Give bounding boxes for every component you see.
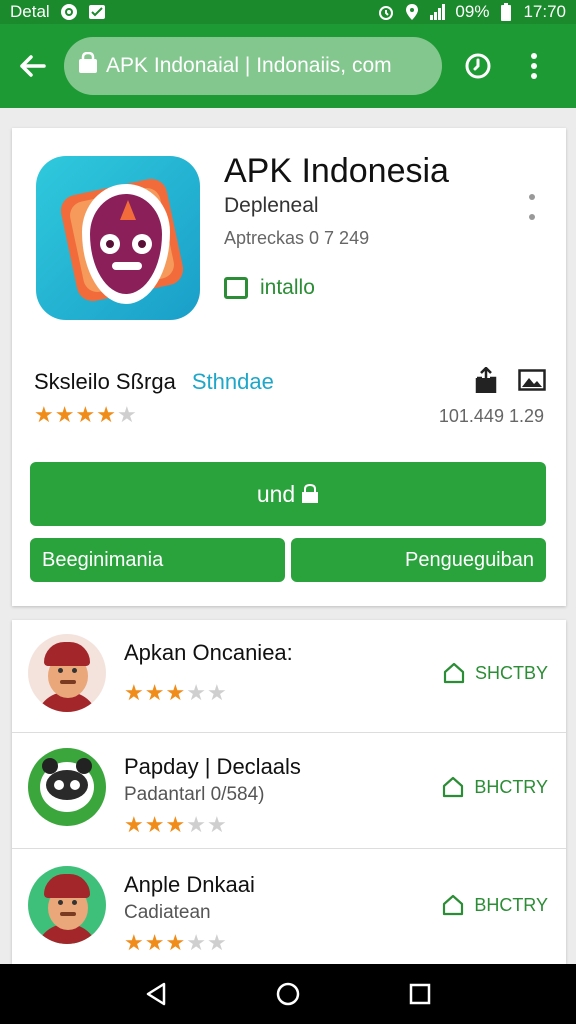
item-action-label: BHCTRY	[474, 776, 548, 797]
nav-recents-button[interactable]	[400, 974, 440, 1014]
rating-name: Sksleilo Sßrga	[34, 369, 176, 394]
status-bar: Detal 09% 17:70	[0, 0, 576, 24]
battery-icon	[497, 3, 515, 21]
item-name: Anple Dnkaai	[124, 872, 255, 897]
star-icon: ★	[75, 402, 96, 427]
gallery-button[interactable]	[518, 368, 546, 396]
avatar	[28, 634, 106, 712]
circle-home-icon	[276, 982, 300, 1006]
secondary-actions: Beeginimania Pengueguiban	[30, 538, 546, 582]
item-rating-stars: ★ ★ ★ ★ ★	[124, 932, 227, 954]
list-item[interactable]: Papday | Declaals Padantarl 0/584) ★ ★ ★ ★ ★…	[12, 734, 566, 846]
install-checkbox[interactable]: intallo	[224, 276, 315, 300]
primary-action-label: und	[256, 480, 296, 507]
star-icon: ★	[34, 402, 54, 427]
share-icon	[475, 365, 497, 393]
back-button[interactable]	[0, 34, 64, 98]
item-rating-stars: ★ ★ ★ ★ ★	[124, 814, 227, 836]
star-icon: ★	[186, 812, 206, 837]
star-icon: ★	[165, 812, 186, 837]
item-action-label: SHCTBY	[474, 662, 548, 683]
system-nav-bar	[0, 964, 576, 1024]
star-icon: ★	[186, 930, 206, 955]
item-action-button[interactable]: BHCTRY	[442, 776, 548, 798]
item-action-label: BHCTRY	[474, 894, 548, 915]
app-details-card: APK Indonesia Depleneal Aptreckas 0 7 24…	[12, 128, 566, 606]
arrow-left-icon	[20, 55, 46, 77]
app-title: APK Indonesia	[224, 152, 449, 190]
overflow-menu-button[interactable]	[506, 34, 562, 98]
star-icon: ★	[165, 930, 186, 955]
app-version: Aptreckas 0 7 249	[224, 228, 370, 248]
item-name: Apkan Oncaniea:	[124, 640, 293, 665]
nav-home-button[interactable]	[268, 974, 308, 1014]
triangle-back-icon	[146, 982, 166, 1006]
install-label: intallo	[260, 276, 315, 299]
star-icon: ★	[124, 930, 144, 955]
avatar	[28, 866, 106, 944]
item-action-button[interactable]: SHCTBY	[443, 662, 548, 684]
star-icon: ★	[54, 402, 75, 427]
star-icon: ★	[116, 402, 137, 427]
item-rating-stars: ★ ★ ★ ★ ★	[124, 682, 227, 704]
star-icon: ★	[206, 680, 227, 705]
home-icon	[443, 894, 464, 916]
app-developer[interactable]: Depleneal	[224, 194, 319, 218]
email-icon	[88, 3, 106, 21]
history-button[interactable]	[450, 34, 506, 98]
url-text: APK Indonaial | Indonaiis, com	[106, 54, 392, 77]
share-button[interactable]	[474, 365, 498, 398]
item-subtitle: Padantarl 0/584)	[124, 784, 265, 805]
star-icon: ★	[124, 812, 144, 837]
home-icon	[443, 776, 464, 798]
list-item[interactable]: Apkan Oncaniea: ★ ★ ★ ★ ★ SHCTBY	[12, 620, 566, 732]
star-icon: ★	[96, 402, 116, 427]
left-action-button[interactable]: Beeginimania	[30, 538, 285, 582]
signal-icon	[429, 3, 447, 21]
bag-icon	[78, 51, 98, 80]
item-name: Papday | Declaals	[124, 754, 301, 779]
clock: 17:70	[523, 2, 566, 21]
star-icon: ★	[206, 930, 227, 955]
square-recents-icon	[409, 983, 431, 1005]
star-icon: ★	[206, 812, 227, 837]
item-subtitle: Cadiatean	[124, 902, 211, 923]
rating-tag[interactable]: Sthndae	[192, 369, 274, 395]
star-icon: ★	[124, 680, 144, 705]
primary-action-button[interactable]: und	[30, 462, 546, 526]
app-rating-stars: ★ ★ ★ ★ ★	[34, 404, 137, 426]
avatar	[28, 748, 106, 826]
image-icon	[518, 368, 546, 391]
location-icon	[403, 3, 421, 21]
alarm-icon	[377, 3, 395, 21]
right-action-button[interactable]: Pengueguiban	[291, 538, 546, 582]
star-icon: ★	[144, 812, 165, 837]
more-vertical-icon	[531, 53, 537, 79]
star-icon: ★	[165, 680, 186, 705]
star-icon: ★	[144, 680, 165, 705]
item-action-button[interactable]: BHCTRY	[442, 894, 548, 916]
lock-icon	[302, 484, 319, 503]
battery-percent: 09%	[455, 2, 490, 21]
app-more-button[interactable]	[526, 194, 538, 220]
checkbox-icon	[224, 277, 248, 299]
browser-toolbar: APK Indonaial | Indonaiis, com	[0, 24, 576, 108]
carrier-label: Detal	[10, 2, 50, 21]
divider	[12, 848, 566, 849]
target-icon	[60, 3, 78, 21]
star-icon: ★	[186, 680, 206, 705]
review-list: Apkan Oncaniea: ★ ★ ★ ★ ★ SHCTBY Papday | De…	[12, 620, 566, 964]
star-icon: ★	[144, 930, 165, 955]
clock-icon	[465, 53, 491, 79]
list-item[interactable]: Anple Dnkaai Cadiatean ★ ★ ★ ★ ★ BHCTRY	[12, 852, 566, 964]
app-icon[interactable]	[36, 156, 200, 320]
rating-row: Sksleilo Sßrga Sthndae	[34, 365, 546, 398]
url-bar[interactable]: APK Indonaial | Indonaiis, com	[64, 37, 442, 95]
nav-back-button[interactable]	[136, 974, 176, 1014]
divider	[12, 732, 566, 733]
app-stats: 101.449 1.29	[438, 406, 544, 426]
home-icon	[443, 662, 465, 684]
